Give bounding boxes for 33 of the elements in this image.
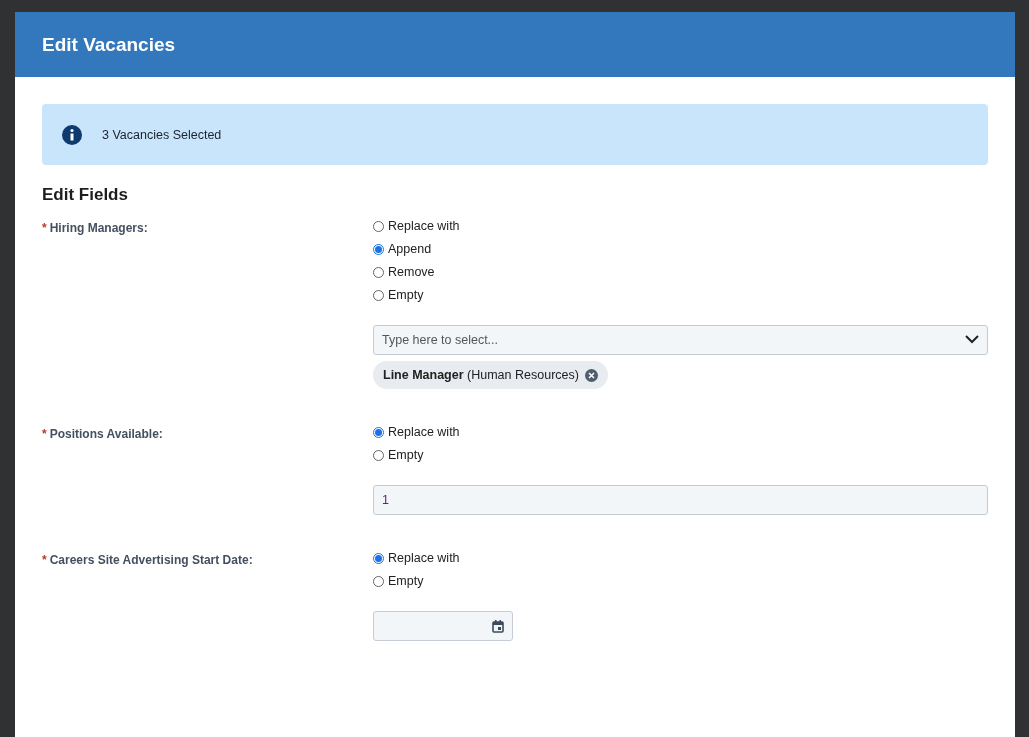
radio-button[interactable]: [373, 289, 384, 301]
radio-button[interactable]: [373, 266, 384, 278]
chevron-down-icon: [965, 335, 979, 344]
date-field[interactable]: [373, 611, 513, 641]
field-label-text: Positions Available:: [49, 427, 163, 443]
field-label-text: Careers Site Advertising Start Date:: [49, 553, 253, 569]
select-field[interactable]: Type here to select...: [373, 325, 988, 355]
section-title: Edit Fields: [42, 185, 129, 205]
radio-button[interactable]: [373, 220, 384, 232]
input-field[interactable]: 1: [373, 485, 988, 515]
remove-icon[interactable]: [584, 368, 598, 382]
required-mark: *: [42, 427, 47, 443]
required-mark: *: [42, 221, 47, 237]
radio-button[interactable]: [373, 426, 384, 438]
radio-option[interactable]: Empty: [373, 572, 988, 590]
radio-option[interactable]: Empty: [373, 446, 988, 464]
radio-option[interactable]: Replace with: [373, 549, 988, 567]
info-icon: [62, 124, 82, 145]
radio-button[interactable]: [373, 552, 384, 564]
required-mark: *: [42, 553, 47, 569]
radio-button[interactable]: [373, 575, 384, 587]
radio-option[interactable]: Append: [373, 240, 988, 258]
radio-button[interactable]: [373, 243, 384, 255]
notice-text: 3 Vacancies Selected: [102, 127, 222, 142]
radio-option[interactable]: Remove: [373, 263, 988, 281]
radio-button[interactable]: [373, 449, 384, 461]
field-label-text: Hiring Managers:: [49, 221, 148, 237]
radio-option[interactable]: Empty: [373, 286, 988, 304]
radio-option[interactable]: Replace with: [373, 217, 988, 235]
dialog-title: Edit Vacancies: [42, 33, 176, 56]
radio-option[interactable]: Replace with: [373, 423, 988, 441]
calendar-icon[interactable]: [492, 619, 504, 633]
tag-text: Line Manager (Human Resources): [383, 368, 579, 382]
